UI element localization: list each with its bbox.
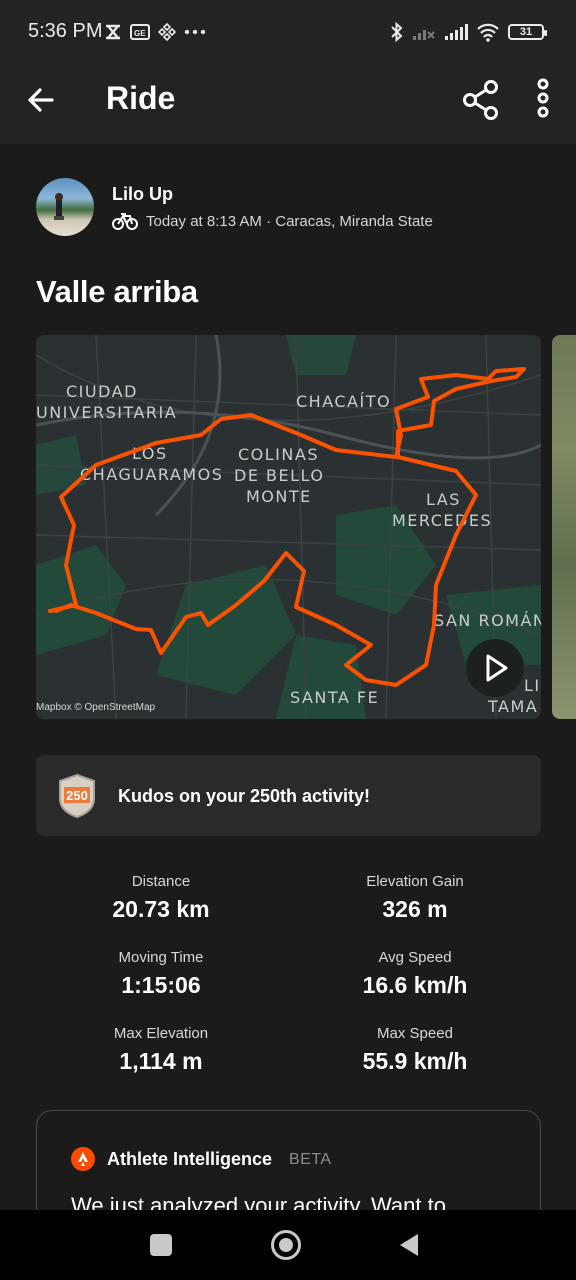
signal-off-icon: [413, 30, 435, 40]
map-attribution[interactable]: Mapbox © OpenStreetMap: [36, 702, 155, 713]
stat-label: Elevation Gain: [366, 873, 464, 890]
badge-number: 250: [66, 788, 88, 803]
activity-datetime-location: Today at 8:13 AM · Caracas, Miranda Stat…: [146, 212, 433, 230]
athlete-intelligence-icon: [71, 1147, 95, 1171]
stat-max-speed: Max Speed 55.9 km/h: [290, 1025, 540, 1075]
activity-title: Valle arriba: [36, 274, 198, 309]
avatar[interactable]: [36, 178, 94, 236]
stat-label: Max Elevation: [113, 1025, 209, 1042]
page-title: Ride: [106, 80, 176, 116]
play-icon: [486, 654, 508, 682]
recents-button[interactable]: [150, 1234, 172, 1256]
play-flyover-button[interactable]: [466, 639, 524, 697]
tally-icon: [106, 24, 120, 40]
system-back-button[interactable]: [398, 1232, 422, 1258]
status-left-icons: GE: [104, 20, 206, 44]
stat-label: Avg Speed: [378, 949, 452, 966]
kudos-milestone-card[interactable]: 250 Kudos on your 250th activity!: [36, 755, 541, 836]
stat-value: 326 m: [382, 896, 448, 922]
wifi-icon: [477, 23, 499, 42]
kudos-text: Kudos on your 250th activity!: [118, 786, 371, 806]
map-label-lin: LIN: [524, 676, 541, 695]
app-bar: Ride: [0, 64, 576, 144]
battery-level: 31: [519, 26, 533, 38]
more-options-button[interactable]: [528, 78, 558, 122]
stat-label: Moving Time: [118, 949, 204, 966]
map-label-tama: TAMA: [487, 697, 538, 716]
stat-value: 1,114 m: [119, 1048, 203, 1074]
more-vertical-icon: [537, 78, 549, 118]
stat-label: Distance: [131, 873, 191, 890]
map-label-chaguaramos: CHAGUARAMOS: [80, 465, 223, 484]
stat-elevation-gain: Elevation Gain 326 m: [290, 873, 540, 923]
stat-value: 1:15:06: [121, 972, 201, 998]
route-map[interactable]: CIUDAD UNIVERSITARIA CHACAÍTO LOS CHAGUA…: [36, 335, 541, 719]
stat-value: 20.73 km: [112, 896, 210, 922]
binance-icon: [158, 23, 176, 41]
map-label-monte: MONTE: [246, 487, 312, 506]
stat-moving-time: Moving Time 1:15:06: [36, 949, 286, 999]
activity-photo-preview[interactable]: [552, 335, 576, 719]
signal-icon: [445, 24, 468, 40]
athlete-intelligence-title: Athlete Intelligence: [107, 1149, 273, 1169]
battery-icon: 31: [508, 24, 547, 40]
map-label-de-bello: DE BELLO: [234, 466, 324, 485]
bike-icon: [112, 213, 138, 230]
status-time: 5:36 PM: [28, 20, 103, 42]
svg-text:GE: GE: [134, 29, 146, 38]
bluetooth-icon: [391, 22, 403, 42]
sim-card-icon: GE: [130, 24, 150, 40]
stat-value: 16.6 km/h: [362, 972, 468, 998]
athlete-header: Lilo Up Today at 8:13 AM · Caracas, Mira…: [36, 178, 546, 238]
status-right-icons: 31: [390, 20, 547, 44]
map-label-universitaria: UNIVERSITARIA: [36, 403, 177, 422]
back-button[interactable]: [24, 82, 60, 118]
stat-distance: Distance 20.73 km: [36, 873, 286, 923]
map-label-las: LAS: [426, 490, 461, 509]
status-bar: 5:36 PM GE 31: [0, 0, 576, 64]
home-button[interactable]: [271, 1230, 301, 1260]
map-label-ciudad: CIUDAD: [66, 382, 138, 401]
activity-meta: Today at 8:13 AM · Caracas, Miranda Stat…: [112, 212, 433, 230]
map-label-san-roman: SAN ROMÁN: [434, 611, 541, 630]
map-label-colinas: COLINAS: [238, 445, 319, 464]
map-label-santa-fe: SANTA FE: [290, 688, 379, 707]
stat-max-elevation: Max Elevation 1,114 m: [36, 1025, 286, 1075]
stat-label: Max Speed: [377, 1025, 453, 1042]
share-icon: [463, 80, 498, 120]
stat-value: 55.9 km/h: [362, 1048, 468, 1074]
athlete-name[interactable]: Lilo Up: [112, 184, 173, 205]
milestone-badge-icon: 250: [59, 773, 95, 819]
system-nav-bar: [0, 1210, 576, 1280]
map-label-chacaito: CHACAÍTO: [296, 392, 391, 411]
beta-badge: BETA: [289, 1151, 332, 1168]
stat-avg-speed: Avg Speed 16.6 km/h: [290, 949, 540, 999]
map-label-mercedes: MERCEDES: [392, 511, 492, 530]
share-button[interactable]: [460, 78, 504, 122]
more-dots-icon: [184, 29, 206, 35]
